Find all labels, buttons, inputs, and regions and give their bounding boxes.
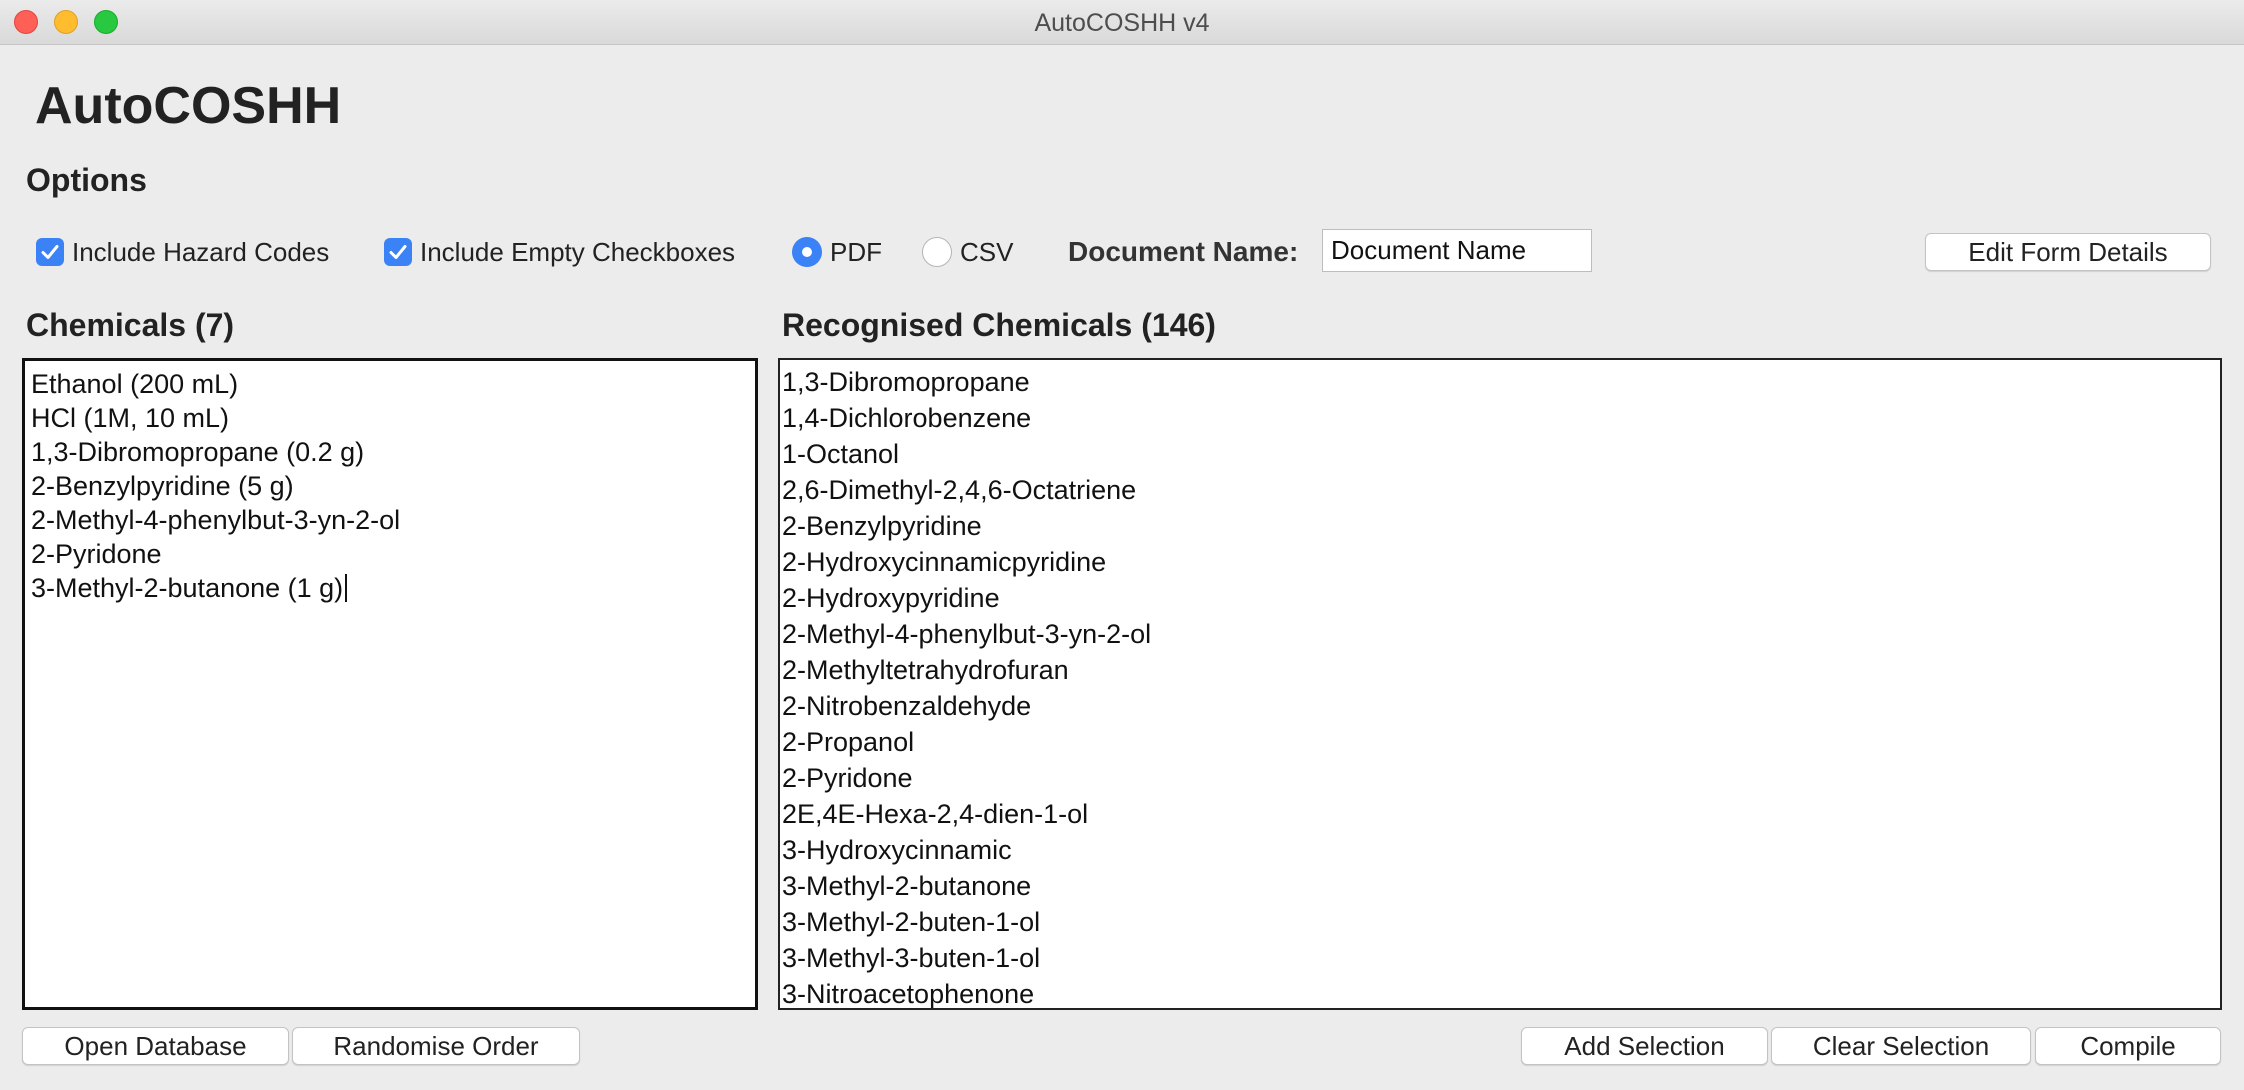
- list-item[interactable]: 1,3-Dibromopropane: [782, 364, 2220, 400]
- list-item[interactable]: 3-Methyl-2-buten-1-ol: [782, 904, 2220, 940]
- title-bar: AutoCOSHH v4: [0, 0, 2244, 45]
- edit-form-details-button[interactable]: Edit Form Details: [1925, 233, 2211, 271]
- csv-radio[interactable]: [922, 237, 952, 267]
- radio-selected-dot: [802, 247, 812, 257]
- chemicals-heading: Chemicals (7): [26, 307, 235, 343]
- pdf-radio[interactable]: [792, 237, 822, 267]
- list-item[interactable]: 3-Methyl-3-buten-1-ol: [782, 940, 2220, 976]
- app-window: AutoCOSHH v4 AutoCOSHH Options Include H…: [0, 0, 2244, 1090]
- list-item[interactable]: 2-Hydroxycinnamicpyridine: [782, 544, 2220, 580]
- randomise-order-button[interactable]: Randomise Order: [292, 1027, 580, 1065]
- include-empty-checkboxes-checkbox[interactable]: [384, 238, 412, 266]
- list-item[interactable]: 3-Hydroxycinnamic: [782, 832, 2220, 868]
- document-name-label: Document Name:: [1068, 236, 1299, 267]
- window-title: AutoCOSHH v4: [1034, 9, 1210, 37]
- list-item[interactable]: 2-Methyl-4-phenylbut-3-yn-2-ol: [782, 616, 2220, 652]
- chemical-line: HCl (1M, 10 mL): [31, 403, 230, 433]
- list-item[interactable]: 3-Methyl-2-butanone: [782, 868, 2220, 904]
- list-item[interactable]: 2-Hydroxypyridine: [782, 580, 2220, 616]
- chemical-line-last: 3-Methyl-2-butanone (1 g): [31, 571, 755, 605]
- open-database-button[interactable]: Open Database: [22, 1027, 289, 1065]
- clear-selection-button[interactable]: Clear Selection: [1771, 1027, 2031, 1065]
- list-item[interactable]: 2-Nitrobenzaldehyde: [782, 688, 2220, 724]
- add-selection-button[interactable]: Add Selection: [1521, 1027, 1768, 1065]
- text-caret: [345, 574, 348, 602]
- chemical-line: 1,3-Dibromopropane (0.2 g): [31, 437, 365, 467]
- checkmark-icon: [41, 245, 59, 259]
- list-item[interactable]: 2,6-Dimethyl-2,4,6-Octatriene: [782, 472, 2220, 508]
- list-item[interactable]: 2-Benzylpyridine: [782, 508, 2220, 544]
- pdf-radio-label[interactable]: PDF: [830, 237, 882, 268]
- chemical-line: 2-Benzylpyridine (5 g): [31, 471, 294, 501]
- list-item[interactable]: 2-Methyltetrahydrofuran: [782, 652, 2220, 688]
- checkmark-icon: [389, 245, 407, 259]
- list-item[interactable]: 3-Nitroacetophenone: [782, 976, 2220, 1008]
- csv-radio-label[interactable]: CSV: [960, 237, 1013, 268]
- document-name-input[interactable]: [1322, 229, 1592, 272]
- list-item[interactable]: 2-Pyridone: [782, 760, 2220, 796]
- list-item[interactable]: 2-Propanol: [782, 724, 2220, 760]
- include-hazard-codes-label[interactable]: Include Hazard Codes: [72, 237, 329, 268]
- chemical-line: 2-Pyridone: [31, 539, 162, 569]
- chemicals-text-area[interactable]: Ethanol (200 mL) HCl (1M, 10 mL) 1,3-Dib…: [22, 358, 758, 1010]
- include-hazard-codes-checkbox[interactable]: [36, 238, 64, 266]
- list-item[interactable]: 1-Octanol: [782, 436, 2220, 472]
- list-item[interactable]: 1,4-Dichlorobenzene: [782, 400, 2220, 436]
- chemical-line: 2-Methyl-4-phenylbut-3-yn-2-ol: [31, 505, 401, 535]
- app-heading: AutoCOSHH: [35, 77, 342, 135]
- compile-button[interactable]: Compile: [2035, 1027, 2221, 1065]
- chemical-line: Ethanol (200 mL): [31, 369, 239, 399]
- include-empty-checkboxes-label[interactable]: Include Empty Checkboxes: [420, 237, 735, 268]
- options-heading: Options: [26, 162, 147, 198]
- recognised-chemicals-list[interactable]: 1,3-Dibromopropane 1,4-Dichlorobenzene 1…: [778, 358, 2222, 1010]
- chemical-line-text: 3-Methyl-2-butanone (1 g): [31, 573, 344, 603]
- list-item[interactable]: 2E,4E-Hexa-2,4-dien-1-ol: [782, 796, 2220, 832]
- recognised-chemicals-heading: Recognised Chemicals (146): [782, 307, 1216, 343]
